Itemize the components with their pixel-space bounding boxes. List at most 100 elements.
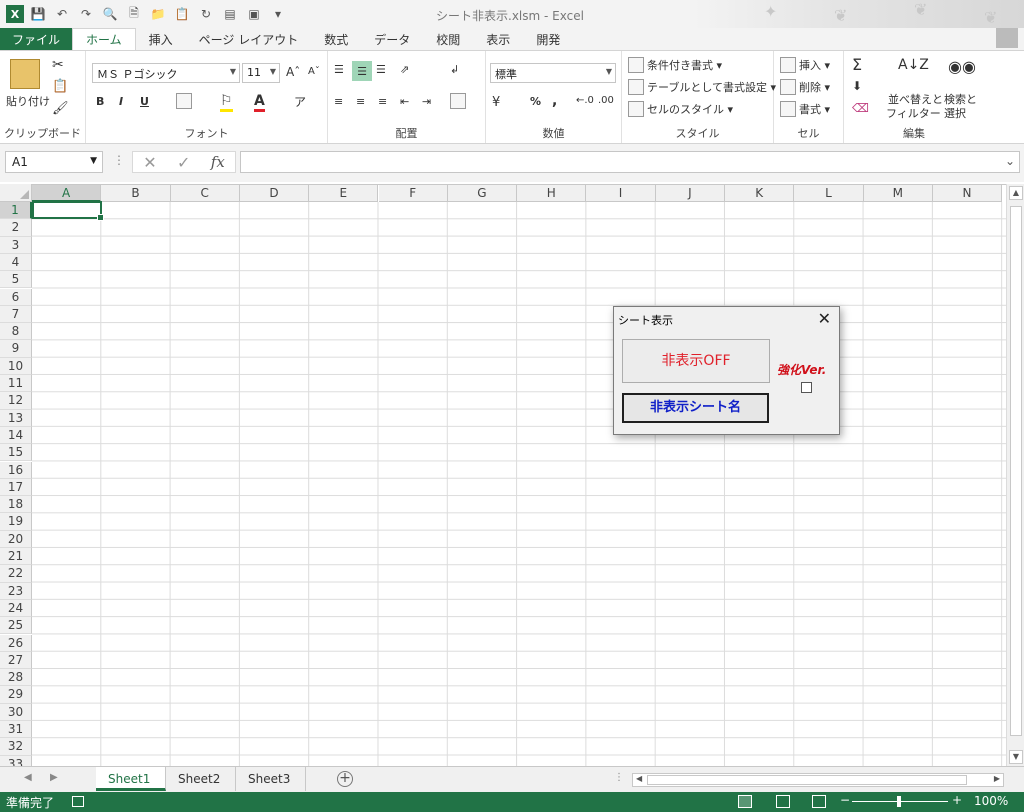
macro-record-icon[interactable] [72,796,84,807]
sheet-tab-sheet2[interactable]: Sheet2 [166,767,236,791]
page-break-view-icon[interactable] [812,795,826,808]
column-header-e[interactable]: E [309,184,379,202]
align-bottom-icon[interactable]: ☰ [376,63,386,76]
column-header-d[interactable]: D [239,184,310,202]
row-header-6[interactable]: 6 [0,288,32,306]
horizontal-scrollbar[interactable]: ◀ ▶ [632,773,1004,787]
column-header-c[interactable]: C [170,184,240,202]
row-header-26[interactable]: 26 [0,634,32,652]
row-header-29[interactable]: 29 [0,686,32,704]
row-header-3[interactable]: 3 [0,236,32,254]
sheet-tab-sheet3[interactable]: Sheet3 [236,767,306,791]
format-cells-button[interactable]: 書式 ▾ [780,101,830,117]
row-header-1[interactable]: 1 [0,202,32,220]
row-header-17[interactable]: 17 [0,478,32,497]
column-header-a[interactable]: A [32,184,102,202]
increase-decimal-icon[interactable]: ←.0 [576,95,594,106]
next-sheet-icon[interactable]: ▶ [50,772,58,783]
tab-developer[interactable]: 開発 [523,28,573,50]
normal-view-icon[interactable] [738,795,752,808]
row-header-5[interactable]: 5 [0,271,32,289]
insert-function-button[interactable]: fx [211,153,225,171]
paste-button[interactable]: 貼り付け [6,93,50,109]
row-header-7[interactable]: 7 [0,305,32,324]
scroll-down-icon[interactable]: ▼ [1009,750,1023,764]
row-header-30[interactable]: 30 [0,703,32,721]
refresh-icon[interactable]: ↻ [196,4,216,24]
align-center-icon[interactable]: ≡ [356,95,365,108]
bold-button[interactable]: B [96,95,104,108]
save-icon[interactable]: 💾 [28,4,48,24]
redo-icon[interactable]: ↷ [76,4,96,24]
user-account-icon[interactable] [996,28,1018,48]
active-cell-a1[interactable] [32,201,104,221]
shrink-font-icon[interactable]: Aˇ [308,66,320,77]
align-middle-icon[interactable]: ☰ [352,61,372,81]
format-painter-icon[interactable]: 🖌 [52,101,69,116]
zoom-slider-thumb[interactable] [897,796,901,807]
autosum-icon[interactable]: Σ [852,55,862,74]
grow-font-icon[interactable]: Aˆ [286,65,300,79]
page-layout-view-icon[interactable] [776,795,790,808]
tab-data[interactable]: データ [361,28,423,50]
vertical-scrollbar[interactable]: ▲ ▼ [1006,184,1024,766]
column-header-f[interactable]: F [378,184,448,202]
cell-area[interactable] [32,202,1006,766]
row-header-16[interactable]: 16 [0,461,32,479]
undo-icon[interactable]: ↶ [52,4,72,24]
expand-formula-icon[interactable]: ⌄ [1005,154,1015,168]
copy-icon[interactable]: 📋 [52,79,68,94]
enhanced-version-checkbox[interactable] [801,382,812,393]
row-header-24[interactable]: 24 [0,599,32,618]
column-header-h[interactable]: H [517,184,587,202]
row-header-15[interactable]: 15 [0,444,32,462]
prev-sheet-icon[interactable]: ◀ [24,772,32,783]
tab-view[interactable]: 表示 [473,28,523,50]
row-header-11[interactable]: 11 [0,375,32,393]
new-file-icon[interactable]: 🗎 [124,4,144,24]
row-header-27[interactable]: 27 [0,651,32,670]
zoom-in-icon[interactable]: + [952,793,962,807]
increase-indent-icon[interactable]: ⇥ [422,95,431,108]
fill-color-icon[interactable]: ⚐ [220,93,233,112]
row-header-2[interactable]: 2 [0,219,32,237]
vertical-scroll-thumb[interactable] [1010,206,1022,736]
cell-styles-button[interactable]: セルのスタイル ▾ [628,101,733,117]
row-header-19[interactable]: 19 [0,513,32,531]
splitter-icon[interactable]: ⋮ [614,772,624,783]
tab-file[interactable]: ファイル [0,28,73,50]
row-header-32[interactable]: 32 [0,738,32,756]
cut-icon[interactable]: ✂ [52,57,64,73]
column-header-i[interactable]: I [586,184,656,202]
phonetic-icon[interactable]: ア [294,93,306,110]
scroll-right-icon[interactable]: ▶ [994,774,1000,783]
number-format-select[interactable]: 標準 ▼ [490,63,616,83]
tab-page-layout[interactable]: ページ レイアウト [186,28,312,50]
wrap-text-icon[interactable]: ↲ [450,63,459,76]
sort-filter-label-2[interactable]: フィルター [886,105,941,121]
select-all-button[interactable] [0,184,32,202]
comma-button[interactable]: , [552,93,557,109]
open-folder-icon[interactable]: 📁 [148,4,168,24]
clear-icon[interactable]: ⌫ [852,101,869,115]
row-header-8[interactable]: 8 [0,323,32,341]
scroll-left-icon[interactable]: ◀ [636,774,642,783]
row-header-20[interactable]: 20 [0,530,32,548]
currency-icon[interactable]: ¥ [492,95,500,110]
merge-cells-icon[interactable] [450,93,469,109]
row-header-33[interactable]: 33 [0,755,32,766]
row-header-4[interactable]: 4 [0,253,32,272]
hidden-sheet-name-button[interactable]: 非表示シート名 [622,393,769,423]
insert-cells-button[interactable]: 挿入 ▾ [780,57,830,73]
zoom-level[interactable]: 100% [974,794,1008,808]
column-header-l[interactable]: L [794,184,864,202]
row-header-23[interactable]: 23 [0,582,32,600]
horizontal-scroll-thumb[interactable] [647,775,967,785]
format-as-table-button[interactable]: テーブルとして書式設定 ▾ [628,79,776,95]
row-header-22[interactable]: 22 [0,565,32,583]
row-header-28[interactable]: 28 [0,669,32,687]
align-right-icon[interactable]: ≡ [378,95,387,108]
hide-off-button[interactable]: 非表示OFF [622,339,770,383]
sheet-tab-sheet1[interactable]: Sheet1 [96,767,166,791]
copy-file-icon[interactable]: 📋 [172,4,192,24]
